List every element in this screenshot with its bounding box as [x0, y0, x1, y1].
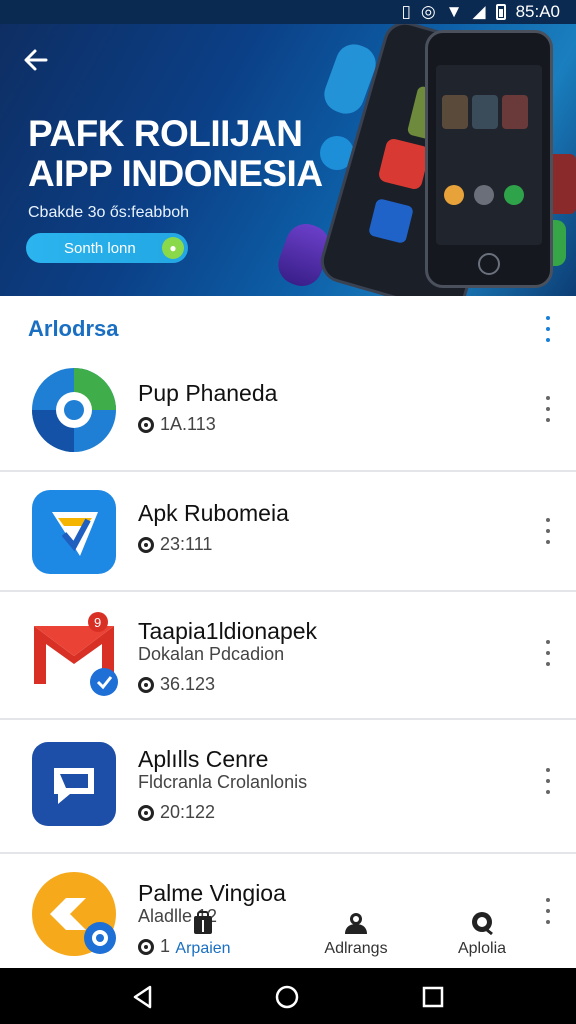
svg-text:9: 9	[94, 615, 101, 630]
app-subtitle: Dokalan Pdcadion	[138, 644, 285, 664]
wifi-icon: ▼	[445, 2, 463, 21]
nav-tab-search[interactable]: Aplolia	[446, 900, 518, 968]
banner-title-line2: AIPP INDONESIA	[28, 153, 323, 194]
app-name: Aplılls Cenre	[138, 746, 269, 772]
promo-banner: PAFK ROLIIJAN AIPP INDONESIA Cbakde 3o ő…	[0, 24, 576, 296]
list-item[interactable]: Aplılls Cenre Fldcranla Crolanlonis 20:1…	[0, 720, 576, 854]
download-icon	[138, 804, 154, 821]
signal-icon: ◢	[472, 2, 486, 21]
chat-icon: ●	[162, 237, 184, 259]
app-name: Taapia1ldionapek	[138, 618, 318, 644]
recents-square-icon[interactable]	[420, 984, 446, 1010]
section-more-icon[interactable]	[540, 316, 556, 342]
screen-tile	[442, 95, 468, 129]
item-more-icon[interactable]	[540, 518, 556, 544]
person-icon	[345, 913, 367, 934]
back-arrow-icon[interactable]	[22, 46, 54, 78]
cta-label: Sonth lonn	[64, 239, 136, 257]
vibrate-icon: ▯	[401, 2, 411, 21]
store-icon	[194, 911, 212, 934]
item-more-icon[interactable]	[540, 640, 556, 666]
banner-subtitle: Cbakde 3o ős:feabboh	[28, 204, 190, 221]
app-mail-icon: 9	[34, 612, 118, 696]
alarm-icon: ◎	[420, 2, 436, 21]
app-globe-icon	[32, 368, 116, 452]
app-checkmark-icon	[32, 490, 116, 574]
nav-tab-apps[interactable]: Arpaien	[160, 900, 246, 968]
app-meta-value: 1A.113	[160, 414, 216, 434]
app-meta: 1A.113	[138, 414, 216, 435]
download-icon	[138, 416, 154, 433]
status-time: 85:A0	[515, 2, 560, 21]
battery-icon	[495, 4, 506, 20]
download-icon	[138, 676, 154, 693]
nav-tab-label: Adlrangs	[324, 940, 388, 957]
app-chat-icon	[32, 742, 116, 826]
phone-illustration-front	[425, 30, 553, 288]
phone-screen	[436, 65, 542, 245]
item-more-icon[interactable]	[540, 768, 556, 794]
app-name: Apk Rubomeia	[138, 500, 289, 526]
app-subtitle: Fldcranla Crolanlonis	[138, 772, 308, 792]
app-name: Pup Phaneda	[138, 380, 278, 406]
nav-tab-account[interactable]: Adlrangs	[310, 900, 402, 968]
search-bubble-icon	[472, 912, 493, 936]
nav-tab-label: Aplolia	[457, 940, 507, 957]
system-navigation-bar	[0, 968, 576, 1024]
list-item[interactable]: Pup Phaneda 1A.113	[0, 352, 576, 472]
section-title: Arlodrsa	[28, 316, 119, 341]
home-button-illustration	[478, 253, 500, 275]
banner-cta-button[interactable]: Sonth lonn ●	[26, 233, 188, 263]
app-meta-value: 36.123	[160, 674, 216, 694]
app-meta: 23:111	[138, 534, 212, 555]
list-item[interactable]: Apk Rubomeia 23:111	[0, 472, 576, 592]
screen-tile	[472, 95, 498, 129]
app-meta-value: 23:111	[160, 534, 213, 554]
play-icon	[504, 185, 524, 205]
list-item[interactable]: 9 Taapia1ldionapek Dokalan Pdcadion 36.1…	[0, 592, 576, 720]
item-more-icon[interactable]	[540, 396, 556, 422]
app-meta-value: 20:122	[160, 802, 216, 822]
download-icon	[138, 536, 154, 553]
chrome-icon	[444, 185, 464, 205]
bottom-navigation: Arpaien Adlrangs Aplolia	[0, 900, 576, 968]
app-dot-icon	[474, 185, 494, 205]
screen-tile	[502, 95, 528, 129]
banner-title-line1: PAFK ROLIIJAN	[28, 113, 303, 154]
status-bar: ▯ ◎ ▼ ◢ 85:A0	[0, 0, 576, 24]
section-header: Arlodrsa	[0, 296, 576, 356]
nav-tab-label: Arpaien	[175, 940, 231, 957]
back-triangle-icon[interactable]	[130, 984, 156, 1010]
home-circle-icon[interactable]	[274, 984, 300, 1010]
app-meta: 20:122	[138, 802, 215, 823]
app-meta: 36.123	[138, 674, 215, 695]
app-screen: ▯ ◎ ▼ ◢ 85:A0 PAFK ROLIIJAN AIPP INDONES…	[0, 0, 576, 1024]
banner-title: PAFK ROLIIJAN AIPP INDONESIA	[28, 114, 323, 194]
